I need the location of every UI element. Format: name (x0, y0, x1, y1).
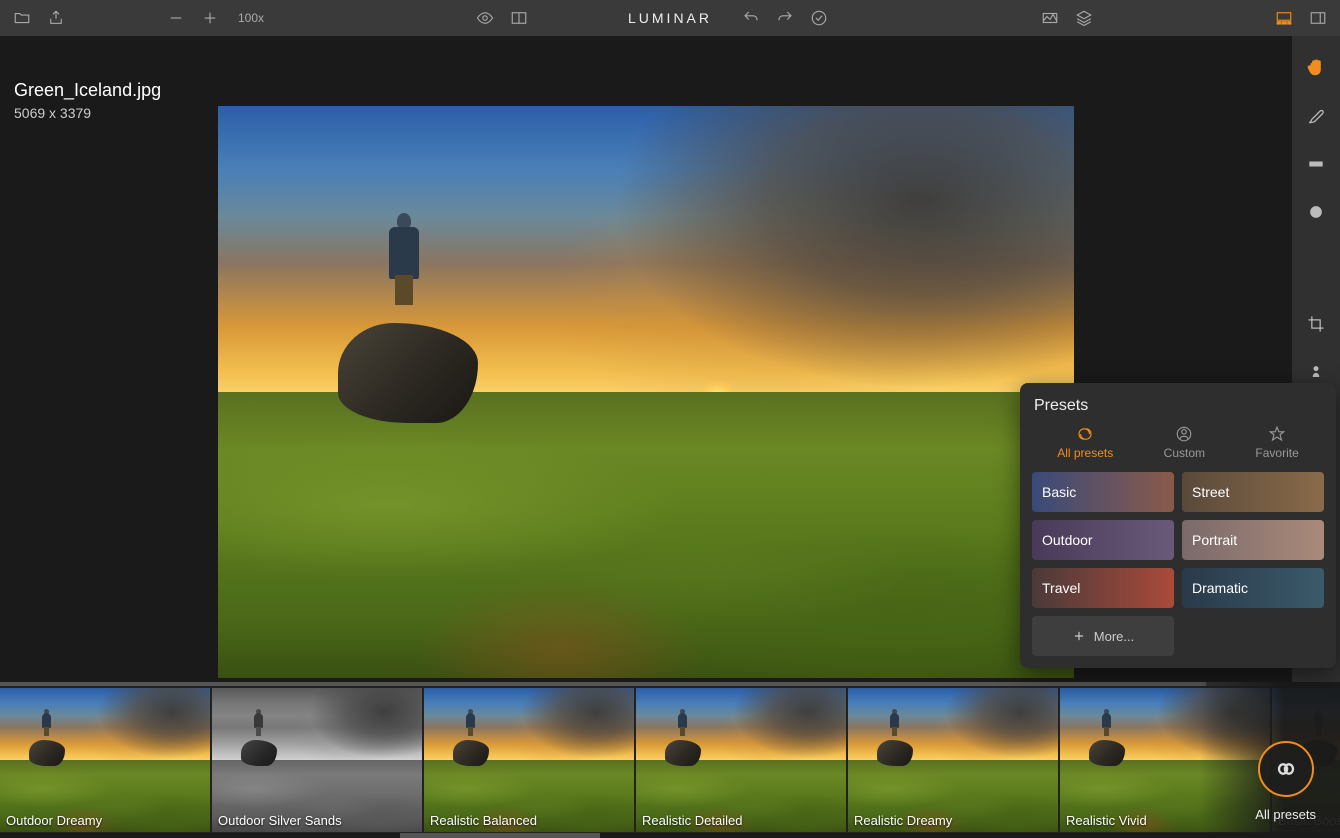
gradient-tool-icon[interactable] (1304, 152, 1328, 176)
tab-all-presets[interactable]: All presets (1057, 425, 1113, 460)
preset-thumb[interactable]: Outdoor Dreamy (0, 688, 210, 832)
more-presets-button[interactable]: More... (1032, 616, 1174, 656)
layers-icon[interactable] (1074, 8, 1094, 28)
preset-thumb-label: Realistic Vivid (1066, 813, 1147, 828)
filmstrip-scrollbar-bottom[interactable] (0, 833, 1340, 838)
redo-icon[interactable] (775, 8, 795, 28)
compare-split-icon[interactable] (509, 8, 529, 28)
preset-category-travel[interactable]: Travel (1032, 568, 1174, 608)
file-name: Green_Iceland.jpg (14, 80, 161, 101)
sidepanel-view-icon[interactable] (1308, 8, 1328, 28)
preset-thumb-label: Realistic Dreamy (854, 813, 952, 828)
brush-tool-icon[interactable] (1304, 104, 1328, 128)
approve-check-icon[interactable] (809, 8, 829, 28)
preview-eye-icon[interactable] (475, 8, 495, 28)
image-canvas[interactable] (218, 106, 1074, 678)
preset-filmstrip: Outdoor Dreamy Outdoor Silver Sands Realis… (0, 682, 1340, 838)
preset-category-outdoor[interactable]: Outdoor (1032, 520, 1174, 560)
share-icon[interactable] (46, 8, 66, 28)
file-info: Green_Iceland.jpg 5069 x 3379 (14, 80, 161, 121)
zoom-out-icon[interactable] (166, 8, 186, 28)
all-presets-button[interactable]: All presets (1255, 741, 1316, 822)
presets-panel: Presets All presets Custom Favorite Basi… (1020, 383, 1336, 668)
preset-thumb[interactable]: Realistic Detailed (636, 688, 846, 832)
preset-category-street[interactable]: Street (1182, 472, 1324, 512)
tab-label: Favorite (1255, 446, 1298, 460)
more-label: More... (1094, 629, 1134, 644)
tab-label: Custom (1164, 446, 1205, 460)
tab-favorite[interactable]: Favorite (1255, 425, 1298, 460)
crop-tool-icon[interactable] (1304, 312, 1328, 336)
app-title: LUMINAR (628, 10, 712, 26)
presets-title: Presets (1032, 397, 1324, 415)
preset-thumb[interactable]: Realistic Dreamy (848, 688, 1058, 832)
presets-view-icon[interactable] (1274, 8, 1294, 28)
preset-thumb-label: Outdoor Dreamy (6, 813, 102, 828)
preset-thumb[interactable]: Realistic Balanced (424, 688, 634, 832)
top-toolbar: 100x LUMINAR (0, 0, 1340, 36)
preset-category-basic[interactable]: Basic (1032, 472, 1174, 512)
preset-thumb[interactable]: Outdoor Silver Sands (212, 688, 422, 832)
all-presets-label: All presets (1255, 807, 1316, 822)
histogram-icon[interactable] (1040, 8, 1060, 28)
preset-thumb[interactable]: Realistic Vivid (1060, 688, 1270, 832)
preset-category-dramatic[interactable]: Dramatic (1182, 568, 1324, 608)
filmstrip-track[interactable]: Outdoor Dreamy Outdoor Silver Sands Realis… (0, 682, 1210, 838)
radial-tool-icon[interactable] (1304, 200, 1328, 224)
zoom-in-icon[interactable] (200, 8, 220, 28)
preset-category-portrait[interactable]: Portrait (1182, 520, 1324, 560)
preset-category-grid: BasicStreetOutdoorPortraitTravelDramatic (1032, 472, 1324, 608)
clone-stamp-tool-icon[interactable] (1304, 360, 1328, 384)
tab-label: All presets (1057, 446, 1113, 460)
zoom-level[interactable]: 100x (238, 11, 264, 25)
folder-icon[interactable] (12, 8, 32, 28)
tab-custom[interactable]: Custom (1164, 425, 1205, 460)
infinity-icon (1258, 741, 1314, 797)
preset-thumb-label: Outdoor Silver Sands (218, 813, 342, 828)
presets-tabs: All presets Custom Favorite (1032, 425, 1324, 460)
file-dimensions: 5069 x 3379 (14, 105, 161, 121)
preset-thumb-label: Realistic Detailed (642, 813, 742, 828)
preset-thumb-label: Realistic Balanced (430, 813, 537, 828)
hand-tool-icon[interactable] (1304, 56, 1328, 80)
undo-icon[interactable] (741, 8, 761, 28)
